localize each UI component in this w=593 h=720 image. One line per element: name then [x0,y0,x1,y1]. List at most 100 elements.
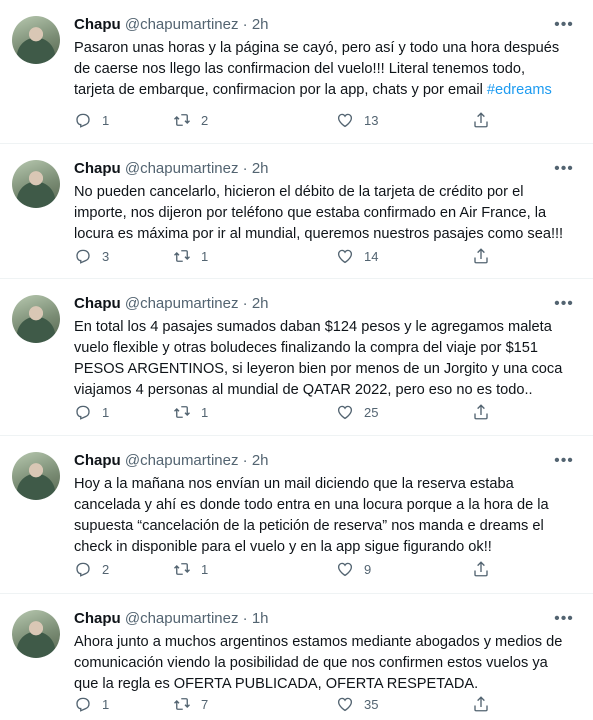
avatar[interactable] [12,610,60,658]
tweet[interactable]: Chapu @chapumartinez · 2h ••• No pueden … [0,144,593,279]
like-count: 13 [364,112,379,128]
timestamp[interactable]: 2h [252,16,269,33]
reply-icon [76,697,90,712]
timestamp[interactable]: 2h [252,452,269,469]
like-button[interactable]: 13 [336,109,378,131]
share-icon [474,404,488,420]
author-handle[interactable]: @chapumartinez [125,16,239,33]
reply-button[interactable]: 1 [74,693,109,715]
more-icon[interactable]: ••• [549,289,579,319]
share-button[interactable] [472,401,490,423]
author-handle[interactable]: @chapumartinez [125,610,239,627]
share-button[interactable] [472,558,490,580]
share-icon [474,561,488,577]
heart-icon [337,249,353,264]
timestamp[interactable]: 2h [252,295,269,312]
author-handle[interactable]: @chapumartinez [125,160,239,177]
like-button[interactable]: 14 [336,245,378,267]
reply-button[interactable]: 1 [74,109,109,131]
separator-dot: · [242,452,248,469]
more-icon[interactable]: ••• [549,10,579,40]
author-handle[interactable]: @chapumartinez [125,295,239,312]
separator-dot: · [242,295,248,312]
retweet-button[interactable]: 7 [173,693,208,715]
retweet-button[interactable]: 1 [173,401,208,423]
like-count: 35 [364,696,379,712]
share-button[interactable] [472,693,490,715]
tweet-text: Hoy a la mañana nos envían un mail dicie… [74,476,549,555]
tweet-header: Chapu @chapumartinez · 2h [74,159,269,179]
reply-icon [76,113,90,128]
author-name[interactable]: Chapu [74,295,121,312]
author-name[interactable]: Chapu [74,452,121,469]
tweet-text: No pueden cancelarlo, hicieron el débito… [74,184,564,242]
timestamp[interactable]: 1h [252,610,269,627]
retweet-button[interactable]: 1 [173,245,208,267]
tweet-text: Ahora junto a muchos argentinos estamos … [74,634,563,692]
share-icon [474,112,488,128]
heart-icon [337,697,353,712]
author-name[interactable]: Chapu [74,610,121,627]
retweet-icon [174,406,190,418]
reply-count: 1 [102,696,110,712]
tweet-actions: 3 1 14 [74,245,514,267]
separator-dot: · [242,160,248,177]
retweet-count: 2 [201,112,209,128]
tweet-header: Chapu @chapumartinez · 1h [74,609,269,629]
avatar[interactable] [12,16,60,64]
avatar[interactable] [12,160,60,208]
reply-count: 1 [102,112,110,128]
avatar[interactable] [12,452,60,500]
share-button[interactable] [472,109,490,131]
tweet[interactable]: Chapu @chapumartinez · 2h ••• Pasaron un… [0,0,593,144]
more-icon[interactable]: ••• [549,604,579,634]
author-name[interactable]: Chapu [74,16,121,33]
timestamp[interactable]: 2h [252,160,269,177]
tweet-header: Chapu @chapumartinez · 2h [74,451,269,471]
like-button[interactable]: 9 [336,558,371,580]
like-button[interactable]: 25 [336,401,378,423]
tweet[interactable]: Chapu @chapumartinez · 1h ••• Ahora junt… [0,594,593,720]
heart-icon [337,405,353,420]
reply-button[interactable]: 3 [74,245,109,267]
more-icon[interactable]: ••• [549,446,579,476]
heart-icon [337,562,353,577]
author-handle[interactable]: @chapumartinez [125,452,239,469]
heart-icon [337,113,353,128]
retweet-count: 7 [201,696,209,712]
like-button[interactable]: 35 [336,693,378,715]
retweet-icon [174,114,190,126]
retweet-count: 1 [201,404,209,420]
share-icon [474,696,488,712]
retweet-button[interactable]: 1 [173,558,208,580]
reply-button[interactable]: 1 [74,401,109,423]
tweet-actions: 1 1 25 [74,401,514,423]
more-icon[interactable]: ••• [549,154,579,184]
retweet-icon [174,698,190,710]
reply-icon [76,562,90,577]
tweet-text: En total los 4 pasajes sumados daban $12… [74,319,563,398]
reply-icon [76,405,90,420]
avatar[interactable] [12,295,60,343]
share-icon [474,248,488,264]
author-name[interactable]: Chapu [74,160,121,177]
reply-icon [76,249,90,264]
tweet[interactable]: Chapu @chapumartinez · 2h ••• Hoy a la m… [0,436,593,594]
tweet-actions: 2 1 9 [74,558,514,580]
separator-dot: · [242,16,248,33]
tweet-actions: 1 2 13 [74,109,514,131]
hashtag-link[interactable]: #edreams [487,82,552,98]
tweet-header: Chapu @chapumartinez · 2h [74,15,269,35]
retweet-icon [174,250,190,262]
retweet-count: 1 [201,248,209,264]
tweet[interactable]: Chapu @chapumartinez · 2h ••• En total l… [0,279,593,436]
retweet-button[interactable]: 2 [173,109,208,131]
like-count: 14 [364,248,379,264]
tweet-text: Pasaron unas horas y la página se cayó, … [74,40,560,98]
reply-button[interactable]: 2 [74,558,109,580]
share-button[interactable] [472,245,490,267]
reply-count: 2 [102,561,110,577]
like-count: 25 [364,404,379,420]
tweet-actions: 1 7 35 [74,693,514,715]
tweet-header: Chapu @chapumartinez · 2h [74,294,269,314]
